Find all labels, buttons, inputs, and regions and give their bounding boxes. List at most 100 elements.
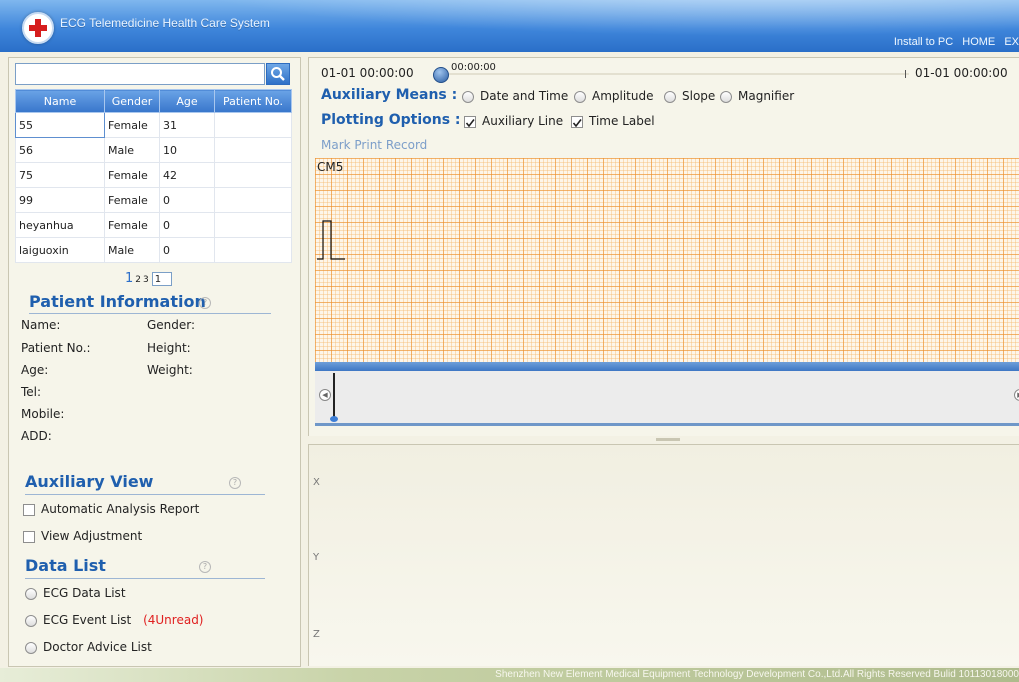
column-header-age[interactable]: Age [159,89,215,113]
install-to-pc-link[interactable]: Install to PC [894,36,953,48]
ecg-divider-bar [315,362,1019,371]
magnifier-radio[interactable] [720,91,732,103]
column-header-gender[interactable]: Gender [104,89,160,113]
search-button[interactable] [266,63,290,85]
table-row[interactable]: heyanhua Female 0 [15,212,292,238]
doctor-advice-list-label: Doctor Advice List [43,640,152,654]
ecg-grid[interactable]: CM5 [315,158,1019,362]
home-link[interactable]: HOME [962,36,995,48]
cell-age: 31 [159,112,215,138]
timeline-track[interactable] [449,73,909,75]
checkmark-icon [572,119,582,128]
timeline-current: 00:00:00 [451,62,496,73]
page-current[interactable]: 1 [125,271,133,286]
section-divider [25,494,265,495]
scroll-left-arrow-icon[interactable]: ◀ [319,389,331,401]
section-divider [29,313,271,314]
cell-patient-no [214,237,292,263]
address-label: ADD: [21,429,52,443]
ecg-overview-scroller[interactable]: ◀ ▶ [315,371,1019,423]
automatic-analysis-report-checkbox[interactable] [23,504,35,516]
page-link[interactable]: 3 [143,275,149,285]
slope-label: Slope [682,89,716,103]
auxiliary-line-checkbox[interactable] [464,116,476,128]
view-adjustment-checkbox[interactable] [23,531,35,543]
page-link[interactable]: 2 [135,275,141,285]
table-row[interactable]: laiguoxin Male 0 [15,237,292,263]
help-icon[interactable]: ? [199,297,211,309]
slope-radio[interactable] [664,91,676,103]
cell-patient-no [214,112,292,138]
help-icon[interactable]: ? [199,561,211,573]
ecg-data-list-label: ECG Data List [43,586,126,600]
data-list-title: Data List [25,556,106,575]
cell-patient-no [214,212,292,238]
cell-gender: Male [104,237,160,263]
axis-label-y: Y [313,552,320,563]
ecg-event-list-label: ECG Event List (4Unread) [43,613,204,627]
table-header-row: Name Gender Age Patient No. [15,89,292,113]
name-label: Name: [21,318,61,332]
ecg-viewer-panel: 01-01 00:00:00 00:00:00 01-01 00:00:00 A… [308,57,1019,436]
doctor-advice-list-radio[interactable] [25,642,37,654]
panel-splitter-handle[interactable] [656,438,680,441]
column-header-name[interactable]: Name [15,89,105,113]
patient-no-label: Patient No.: [21,341,91,355]
app-header: ECG Telemedicine Health Care System Inst… [0,0,1019,52]
auxiliary-means-label: Auxiliary Means : [321,87,458,103]
mobile-label: Mobile: [21,407,65,421]
table-row[interactable]: 55 Female 31 [15,112,292,138]
axis-label-z: Z [313,629,320,640]
table-row[interactable]: 56 Male 10 [15,137,292,163]
table-row[interactable]: 75 Female 42 [15,162,292,188]
column-header-patient-no[interactable]: Patient No. [214,89,292,113]
plotting-options-label: Plotting Options : [321,112,461,128]
auxiliary-view-title: Auxiliary View [25,472,154,491]
patient-table: Name Gender Age Patient No. 55 Female 31… [15,89,292,263]
exit-link[interactable]: EX [1004,36,1019,48]
patient-search [15,63,293,87]
scroll-position-dot[interactable] [330,416,338,422]
time-label-checkbox[interactable] [571,116,583,128]
app-title: ECG Telemedicine Health Care System [60,16,270,30]
ecg-data-list-radio[interactable] [25,588,37,600]
cell-gender: Female [104,187,160,213]
cell-age: 0 [159,212,215,238]
table-row[interactable]: 99 Female 0 [15,187,292,213]
cell-gender: Female [104,112,160,138]
date-and-time-radio[interactable] [462,91,474,103]
mark-print-record-link[interactable]: Mark Print Record [321,138,427,152]
view-adjustment-label: View Adjustment [41,529,143,543]
cell-patient-no [214,162,292,188]
cell-gender: Male [104,137,160,163]
help-icon[interactable]: ? [229,477,241,489]
search-icon [271,67,285,81]
scroll-position-cursor[interactable] [333,373,335,417]
timeline-start: 01-01 00:00:00 [321,66,414,80]
amplitude-label: Amplitude [592,89,654,103]
scroll-right-arrow-icon[interactable]: ▶ [1014,389,1019,401]
patient-info-title: Patient Information [29,292,206,311]
search-input[interactable] [15,63,265,85]
axis-label-x: X [313,477,320,488]
cell-patient-no [214,137,292,163]
ecg-event-list-radio[interactable] [25,615,37,627]
amplitude-radio[interactable] [574,91,586,103]
ecg-calibration-pulse [317,220,345,260]
checkmark-icon [465,119,475,128]
magnifier-label: Magnifier [738,89,795,103]
section-divider [25,578,265,579]
cell-name: 56 [15,137,105,163]
vector-plot-panel: X Y Z [308,444,1019,666]
page-jump-input[interactable]: 1 [151,272,172,286]
footer: Shenzhen New Element Medical Equipment T… [0,668,1019,682]
timeline-end-marker [905,70,906,78]
tel-label: Tel: [21,385,42,399]
timeline-slider-handle[interactable] [433,67,449,83]
automatic-analysis-report-label: Automatic Analysis Report [41,502,200,516]
cell-name: 75 [15,162,105,188]
cell-age: 42 [159,162,215,188]
ecg-event-list-text: ECG Event List [43,613,132,627]
header-links: Install to PC HOME EX [888,36,1019,48]
gender-label: Gender: [147,318,196,332]
